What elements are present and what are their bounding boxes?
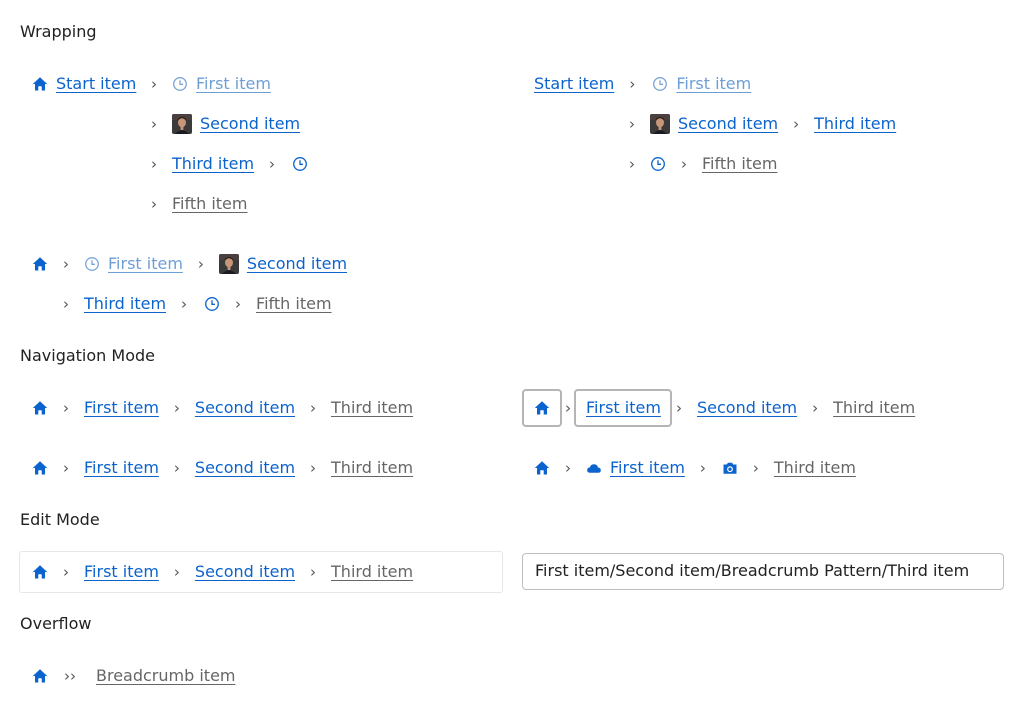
chevron-right-icon: › [63,563,69,581]
home-icon[interactable] [32,460,48,476]
chevron-right-icon: › [63,295,69,313]
chevron-right-icon: › [173,459,180,477]
chevron-right-icon: › [629,155,635,173]
breadcrumb-third-item: Third item [833,398,916,417]
home-icon [32,76,48,92]
section-title-wrapping: Wrapping [20,22,97,41]
clock-icon [652,76,668,92]
breadcrumb-overflow: ›› Breadcrumb item [32,664,236,688]
breadcrumb-third-item[interactable]: Third item [814,114,896,134]
chevron-right-icon: › [676,399,682,417]
home-icon[interactable] [32,400,48,416]
breadcrumb-second-item[interactable]: Second item [697,398,797,418]
breadcrumb-third-item: Third item [331,562,414,581]
chevron-right-icon: › [63,399,69,417]
chevron-right-icon: › [269,155,276,173]
avatar [650,114,670,134]
breadcrumb-third-item: Third item [331,458,414,477]
chevron-right-icon: › [173,563,180,581]
breadcrumb-nav-4: › First item › › Third item [534,456,856,480]
breadcrumb-first-item[interactable]: First item [610,458,685,478]
section-title-overflow: Overflow [20,614,92,633]
chevron-right-icon: › [173,399,180,417]
clock-icon [84,256,100,272]
chevron-right-icon: › [310,563,317,581]
cloud-icon [586,460,602,476]
home-icon[interactable] [534,460,550,476]
chevron-right-icon: › [565,459,571,477]
chevron-right-icon: › [151,115,157,133]
breadcrumb-nav-1: › First item › Second item › Third item [32,396,413,420]
breadcrumb-first-item[interactable]: First item [84,398,159,418]
home-icon[interactable] [32,256,48,272]
section-title-edit-mode: Edit Mode [20,510,100,529]
clock-icon[interactable] [204,296,220,312]
breadcrumb-first-item[interactable]: First item [108,254,183,274]
section-title-navigation-mode: Navigation Mode [20,346,155,365]
breadcrumb-fifth-item: Fifth item [256,294,332,313]
avatar [172,114,192,134]
chevron-right-icon: › [793,115,800,133]
clock-icon [172,76,188,92]
chevron-right-icon: › [681,155,687,173]
chevron-right-icon: › [629,115,635,133]
home-icon[interactable] [32,564,48,580]
clock-icon[interactable] [292,156,308,172]
chevron-right-icon: › [812,399,819,417]
breadcrumb-fifth-item: Fifth item [702,154,778,173]
chevron-right-icon: › [151,155,157,173]
breadcrumb-second-item[interactable]: Second item [195,398,295,418]
breadcrumb-second-item[interactable]: Second item [678,114,778,134]
chevron-right-icon: › [151,75,157,93]
breadcrumb-third-item: Third item [331,398,414,417]
breadcrumb-second-item[interactable]: Second item [200,114,300,134]
chevron-right-icon: › [310,399,317,417]
breadcrumb-start-item[interactable]: Start item [56,74,136,94]
chevron-right-icon: › [565,399,571,417]
breadcrumb-second-item[interactable]: Second item [247,254,347,274]
chevron-right-icon: › [151,195,157,213]
breadcrumb-first-item[interactable]: First item [196,74,271,94]
breadcrumb-first-item[interactable]: First item [586,398,661,418]
breadcrumb-fifth-item: Fifth item [172,194,248,213]
breadcrumb-second-item[interactable]: Second item [195,458,295,478]
breadcrumb-nav-3: › First item › Second item › Third item [32,456,413,480]
chevron-right-icon: › [699,459,706,477]
chevron-right-icon: › [629,75,636,93]
double-chevron-right-icon[interactable]: ›› [60,666,80,686]
breadcrumb-first-item[interactable]: First item [84,458,159,478]
breadcrumb-third-item: Third item [773,458,856,477]
breadcrumb-edit: › First item › Second item › Third item [32,560,413,584]
breadcrumb-start-item[interactable]: Start item [534,74,614,94]
chevron-right-icon: › [197,255,204,273]
breadcrumb-path-input[interactable]: First item/Second item/Breadcrumb Patter… [522,553,1004,590]
breadcrumb-second-item[interactable]: Second item [195,562,295,582]
chevron-right-icon: › [63,459,69,477]
chevron-right-icon: › [235,295,242,313]
chevron-right-icon: › [181,295,188,313]
breadcrumb-first-item[interactable]: First item [84,562,159,582]
avatar [219,254,239,274]
chevron-right-icon: › [63,255,69,273]
breadcrumb-third-item[interactable]: Third item [84,294,166,314]
chevron-right-icon: › [310,459,317,477]
clock-icon[interactable] [650,156,666,172]
camera-icon[interactable] [722,460,738,476]
breadcrumb-first-item[interactable]: First item [676,74,751,94]
breadcrumb-third-item[interactable]: Third item [172,154,254,174]
chevron-right-icon: › [752,459,759,477]
home-icon[interactable] [534,400,550,416]
home-icon[interactable] [32,668,48,684]
breadcrumb-item: Breadcrumb item [96,666,236,685]
